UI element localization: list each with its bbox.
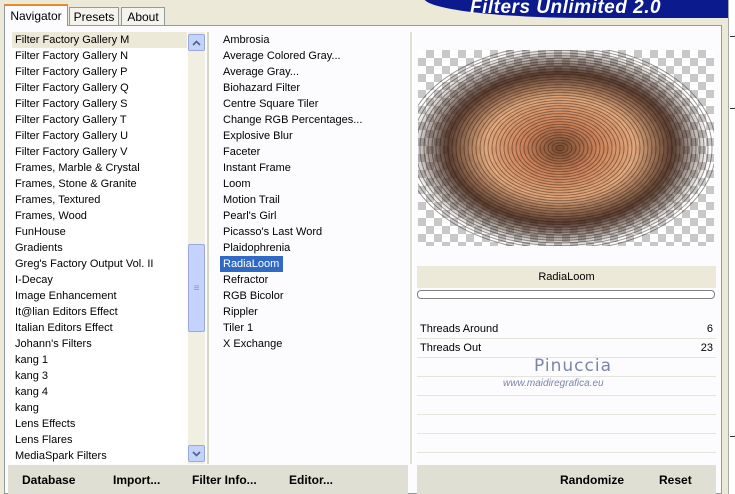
category-item[interactable]: Johann's Filters (12, 336, 187, 352)
category-item[interactable]: Lens Flares (12, 432, 187, 448)
param-value[interactable]: 6 (707, 320, 713, 338)
filter-item[interactable]: Average Gray... (220, 64, 400, 80)
filter-item[interactable]: Tiler 1 (220, 320, 400, 336)
category-item[interactable]: Lens Effects (12, 416, 187, 432)
category-item[interactable]: kang (12, 400, 187, 416)
filter-item[interactable]: Motion Trail (220, 192, 400, 208)
filter-item[interactable]: Faceter (220, 144, 400, 160)
category-item[interactable]: Filter Factory Gallery Q (12, 80, 187, 96)
param-value[interactable]: 23 (701, 339, 713, 357)
chevron-up-icon (192, 39, 201, 46)
category-item[interactable]: Frames, Wood (12, 208, 187, 224)
filter-item[interactable]: RGB Bicolor (220, 288, 400, 304)
filter-item[interactable]: Rippler (220, 304, 400, 320)
param-label: Threads Around (420, 323, 499, 335)
filter-item[interactable]: Average Colored Gray... (220, 48, 400, 64)
category-item[interactable]: Filter Factory Gallery U (12, 128, 187, 144)
category-item[interactable]: kang 3 (12, 368, 187, 384)
filter-item[interactable]: Ambrosia (220, 32, 400, 48)
filter-item[interactable]: Centre Square Tiler (220, 96, 400, 112)
app-title: Filters Unlimited 2.0 (470, 0, 662, 18)
watermark-name: Pinuccia (534, 356, 612, 376)
tab-about[interactable]: About (121, 7, 165, 25)
param-row[interactable]: Threads Around 6 (417, 320, 716, 339)
preview-image (418, 50, 714, 246)
filter-item[interactable]: Picasso's Last Word (220, 224, 400, 240)
category-item[interactable]: I-Decay (12, 272, 187, 288)
category-item[interactable]: Filter Factory Gallery N (12, 48, 187, 64)
category-item[interactable]: Filter Factory Gallery P (12, 64, 187, 80)
reset-button[interactable]: Reset (659, 473, 692, 487)
category-item[interactable]: MediaSpark Filters (12, 448, 187, 464)
category-item[interactable]: kang 1 (12, 352, 187, 368)
editor-button[interactable]: Editor... (289, 473, 333, 487)
import-button[interactable]: Import... (113, 473, 160, 487)
category-item[interactable]: Filter Factory Gallery T (12, 112, 187, 128)
filter-item[interactable]: X Exchange (220, 336, 400, 352)
category-item[interactable]: Italian Editors Effect (12, 320, 187, 336)
divider (410, 32, 412, 464)
filter-preview (418, 50, 714, 246)
param-row-empty (417, 434, 716, 453)
filter-item[interactable]: Explosive Blur (220, 128, 400, 144)
tab-presets[interactable]: Presets (69, 7, 119, 25)
filter-list[interactable]: Ambrosia Average Colored Gray... Average G… (220, 32, 400, 352)
randomize-button[interactable]: Randomize (560, 473, 624, 487)
category-item[interactable]: Frames, Textured (12, 192, 187, 208)
progress-bar (417, 290, 715, 299)
scroll-down-button[interactable] (188, 445, 205, 462)
filter-item[interactable]: Refractor (220, 272, 400, 288)
category-item[interactable]: Frames, Stone & Granite (12, 176, 187, 192)
category-scrollbar[interactable]: ≡ (188, 32, 205, 464)
window-edge (728, 0, 735, 494)
filter-item[interactable]: Change RGB Percentages... (220, 112, 400, 128)
watermark-url: www.maidiregrafica.eu (503, 378, 604, 389)
category-item[interactable]: Greg's Factory Output Vol. II (12, 256, 187, 272)
category-item[interactable]: Frames, Marble & Crystal (12, 160, 187, 176)
category-item[interactable]: Filter Factory Gallery V (12, 144, 187, 160)
scroll-thumb[interactable]: ≡ (188, 244, 205, 332)
param-row-empty (417, 415, 716, 434)
category-item[interactable]: Image Enhancement (12, 288, 187, 304)
tab-navigator[interactable]: Navigator (4, 4, 68, 26)
category-item[interactable]: Filter Factory Gallery S (12, 96, 187, 112)
filter-item[interactable]: Biohazard Filter (220, 80, 400, 96)
category-item[interactable]: Filter Factory Gallery M (12, 32, 187, 48)
chevron-down-icon (192, 450, 201, 457)
filter-item[interactable]: Loom (220, 176, 400, 192)
filter-info-button[interactable]: Filter Info... (192, 473, 257, 487)
divider (207, 32, 209, 464)
filter-item[interactable]: Instant Frame (220, 160, 400, 176)
param-row-empty (417, 396, 716, 415)
category-item[interactable]: Gradients (12, 240, 187, 256)
parameter-list: Threads Around 6 Threads Out 23 (417, 320, 716, 472)
param-label: Threads Out (420, 342, 482, 354)
selected-filter-name: RadiaLoom (417, 266, 716, 288)
filter-item[interactable]: Pearl's Girl (220, 208, 400, 224)
category-item[interactable]: FunHouse (12, 224, 187, 240)
database-button[interactable]: Database (22, 473, 75, 487)
category-item[interactable]: kang 4 (12, 384, 187, 400)
category-list[interactable]: Filter Factory Gallery M Filter Factory G… (12, 32, 187, 464)
category-item[interactable]: It@lian Editors Effect (12, 304, 187, 320)
filter-item[interactable]: Plaidophrenia (220, 240, 400, 256)
filter-item[interactable]: RadiaLoom (220, 256, 284, 272)
scroll-up-button[interactable] (188, 34, 205, 51)
